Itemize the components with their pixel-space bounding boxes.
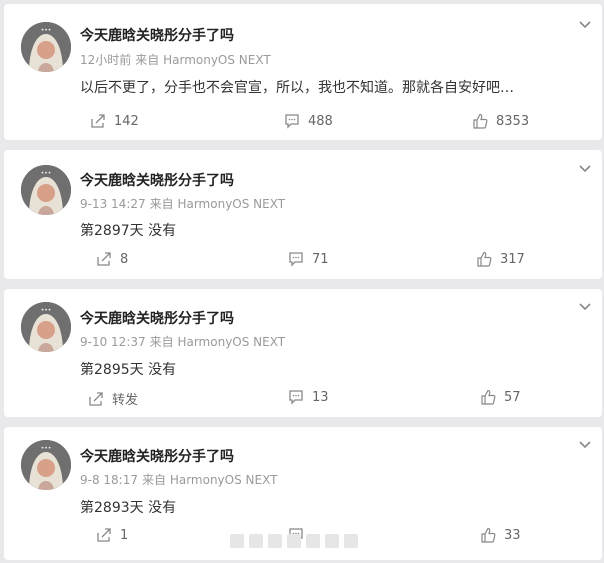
comment-button[interactable]: 488	[284, 113, 333, 129]
username[interactable]: 今天鹿晗关晓彤分手了吗	[80, 170, 234, 190]
avatar[interactable]: •••	[21, 302, 71, 352]
repost-button[interactable]: 8	[96, 251, 128, 267]
post-meta: 12小时前 来自 HarmonyOS NEXT	[80, 51, 271, 68]
chevron-down-icon[interactable]	[578, 438, 592, 452]
post-time[interactable]: 9-10 12:37	[80, 335, 146, 349]
post-meta: 9-10 12:37 来自 HarmonyOS NEXT	[80, 333, 285, 350]
like-count: 57	[504, 389, 521, 405]
svg-text:•••: •••	[41, 445, 52, 452]
watermark-block	[249, 534, 263, 548]
comment-icon	[289, 252, 303, 267]
post-meta: 9-8 18:17 来自 HarmonyOS NEXT	[80, 471, 277, 488]
like-button[interactable]: 8353	[472, 113, 529, 129]
watermark-block	[306, 534, 320, 548]
thumbs-up-icon	[481, 527, 496, 543]
repost-count: 1	[120, 527, 129, 543]
post-text: 第2895天 没有	[80, 362, 177, 378]
watermark-block	[230, 534, 244, 548]
svg-text:•••: •••	[41, 170, 52, 177]
repost-button[interactable]: 转发	[88, 389, 138, 408]
post-time[interactable]: 9-13 14:27	[80, 197, 146, 211]
repost-label: 转发	[112, 393, 139, 408]
avatar-image-icon: •••	[21, 165, 71, 215]
post-source: 来自 HarmonyOS NEXT	[149, 197, 286, 211]
post-meta: 9-13 14:27 来自 HarmonyOS NEXT	[80, 195, 285, 212]
post-card: ••• 今天鹿晗关晓彤分手了吗 12小时前 来自 HarmonyOS NEXT 以…	[4, 4, 602, 140]
avatar[interactable]: •••	[21, 22, 71, 72]
chevron-down-icon[interactable]	[578, 162, 592, 176]
thumbs-up-icon	[481, 389, 496, 405]
post-time[interactable]: 12小时前	[80, 53, 131, 67]
post-card: ••• 今天鹿晗关晓彤分手了吗 9-13 14:27 来自 HarmonyOS N…	[4, 150, 602, 279]
like-count: 33	[504, 527, 521, 543]
comment-button[interactable]: 13	[288, 389, 329, 405]
thumbs-up-icon	[473, 113, 488, 129]
username[interactable]: 今天鹿晗关晓彤分手了吗	[80, 25, 234, 45]
avatar[interactable]: •••	[21, 165, 71, 215]
watermark-block	[287, 534, 301, 548]
thumbs-up-icon	[477, 251, 492, 267]
post-text: 以后不更了，分手也不会官宣，所以，我也不知道。那就各自安好吧…	[80, 80, 514, 96]
chevron-down-icon[interactable]	[578, 300, 592, 314]
post-source: 来自 HarmonyOS NEXT	[135, 53, 271, 67]
watermark-block	[325, 534, 339, 548]
repost-icon	[97, 252, 111, 266]
avatar-image-icon: •••	[21, 22, 71, 72]
watermark-block	[268, 534, 282, 548]
post-text: 第2893天 没有	[80, 500, 177, 516]
repost-button[interactable]: 142	[90, 113, 139, 129]
like-button[interactable]: 317	[476, 251, 525, 267]
watermark-block	[344, 534, 358, 548]
avatar-image-icon: •••	[21, 440, 71, 490]
post-text: 第2897天 没有	[80, 223, 177, 239]
username[interactable]: 今天鹿晗关晓彤分手了吗	[80, 308, 234, 328]
comment-count: 488	[308, 113, 333, 129]
post-card: ••• 今天鹿晗关晓彤分手了吗 9-10 12:37 来自 HarmonyOS N…	[4, 289, 602, 417]
avatar[interactable]: •••	[21, 440, 71, 490]
comment-icon	[289, 390, 303, 405]
avatar-image-icon: •••	[21, 302, 71, 352]
like-count: 317	[500, 251, 525, 267]
comment-icon	[285, 114, 299, 129]
post-source: 来自 HarmonyOS NEXT	[142, 473, 278, 487]
like-button[interactable]: 57	[480, 389, 521, 405]
post-time[interactable]: 9-8 18:17	[80, 473, 138, 487]
watermark	[230, 533, 375, 549]
chevron-down-icon[interactable]	[578, 18, 592, 32]
repost-icon	[89, 391, 103, 406]
repost-icon	[97, 528, 111, 542]
svg-text:•••: •••	[41, 307, 52, 314]
comment-button[interactable]: 71	[288, 251, 329, 267]
username[interactable]: 今天鹿晗关晓彤分手了吗	[80, 446, 234, 466]
comment-count: 13	[312, 389, 329, 405]
repost-count: 8	[120, 251, 129, 267]
repost-count: 142	[114, 113, 139, 129]
post-source: 来自 HarmonyOS NEXT	[149, 335, 286, 349]
svg-text:•••: •••	[41, 27, 52, 34]
like-count: 8353	[496, 113, 530, 129]
comment-count: 71	[312, 251, 329, 267]
like-button[interactable]: 33	[480, 527, 521, 543]
repost-button[interactable]: 1	[96, 527, 128, 543]
repost-icon	[91, 114, 105, 128]
